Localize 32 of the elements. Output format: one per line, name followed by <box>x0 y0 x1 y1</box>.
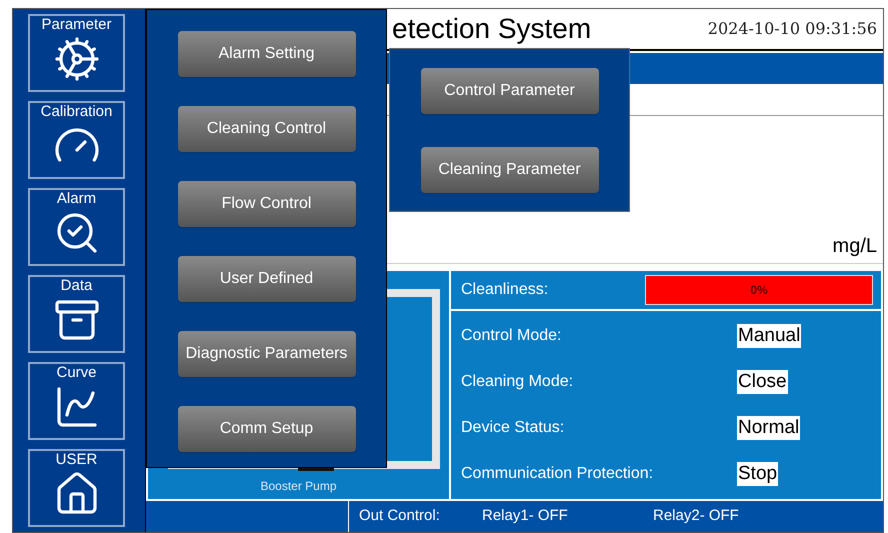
status-label: Device Status: <box>461 418 566 438</box>
status-value: Manual <box>737 324 802 348</box>
menu-button[interactable]: Comm Setup <box>178 406 356 452</box>
nav-button[interactable]: USER <box>28 449 125 527</box>
out-control-label: Out Control: <box>358 506 441 526</box>
menu-button[interactable]: Cleaning Control <box>178 106 356 152</box>
status-label: Cleaning Mode: <box>461 372 574 392</box>
nav-button[interactable]: Calibration <box>28 101 125 179</box>
pump-label: Booster Pump <box>260 478 337 495</box>
menu-button[interactable]: Control Parameter <box>420 68 598 114</box>
menu-button[interactable]: User Defined <box>178 256 356 302</box>
relay-status: Relay2- OFF <box>653 506 740 526</box>
status-value: Close <box>737 370 788 394</box>
status-value: Normal <box>737 416 800 440</box>
menu-button[interactable]: Cleaning Parameter <box>420 147 598 193</box>
menu-button[interactable]: Diagnostic Parameters <box>178 331 356 377</box>
nav-button[interactable]: Data <box>28 275 125 353</box>
unit-label: mg/L <box>832 234 877 259</box>
nav-button[interactable]: Curve <box>28 362 125 440</box>
menu-button[interactable]: Alarm Setting <box>178 31 356 77</box>
cleanliness-label: Cleanliness: <box>461 280 550 300</box>
status-value: Stop <box>737 462 778 486</box>
gear-icon <box>52 35 100 83</box>
nav-button[interactable]: Alarm <box>28 188 125 266</box>
datetime: 2024-10-10 09:31:56 <box>708 18 877 40</box>
menu-button[interactable]: Flow Control <box>178 181 356 227</box>
nav-button[interactable]: Parameter <box>28 14 125 92</box>
status-label: Communication Protection: <box>461 464 654 484</box>
status-label: Control Mode: <box>461 326 562 346</box>
relay-status: Relay1- OFF <box>482 506 569 526</box>
cleanliness-value: 0% <box>750 282 768 299</box>
window-title: etection System <box>392 12 592 46</box>
